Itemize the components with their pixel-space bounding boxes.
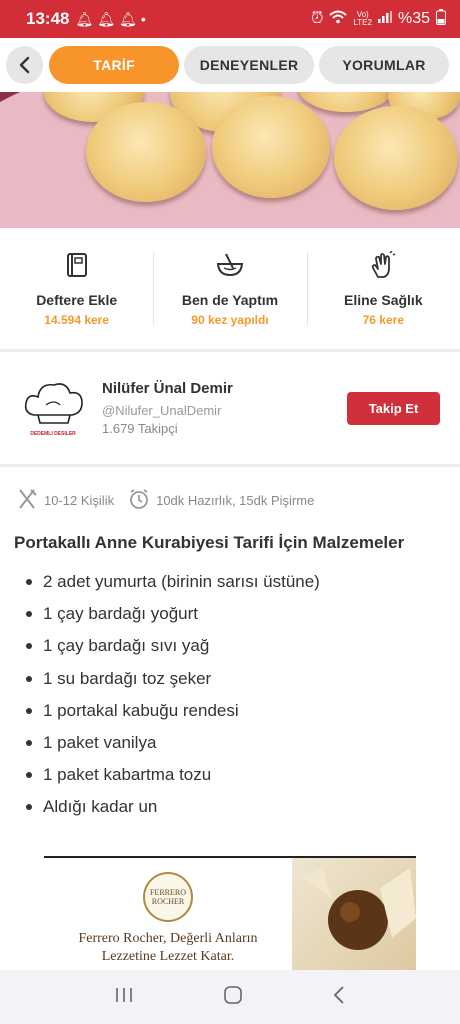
action-count: 76 kere [362,313,404,327]
ad-product-image [292,858,416,970]
action-label: Deftere Ekle [36,292,118,308]
ingredient-item: 1 portakal kabuğu rendesi [26,695,320,727]
network-indicator: Vo) LTE2 [353,10,372,27]
ingredient-item: 1 çay bardağı yoğurt [26,598,320,630]
author-handle: @Nilufer_UnalDemir [102,403,222,418]
prep-cook-time: 10dk Hazırlık, 15dk Pişirme [156,493,315,508]
notification-icons: 🔔︎ 🔔︎ 🔔︎ • [75,11,145,28]
author-name[interactable]: Nilüfer Ünal Demir [102,380,347,397]
action-label: Eline Sağlık [344,292,423,308]
alarm-icon: ⏰︎ [310,10,324,27]
ingredients-list: 2 adet yumurta (birinin sarısı üstüne) 1… [26,566,320,824]
fork-knife-icon [16,488,38,513]
ingredient-item: Aldığı kadar un [26,791,320,823]
recipe-tab-bar: TARİF DENEYENLER YORUMLAR [0,38,460,92]
tab-comments[interactable]: YORUMLAR [319,46,449,84]
action-count: 14.594 kere [44,313,110,327]
recipe-meta: 10-12 Kişilik 10dk Hazırlık, 15dk Pişirm… [16,488,328,513]
recent-apps-button[interactable] [114,986,134,1009]
home-button[interactable] [223,985,243,1010]
clapping-hands-icon [370,250,396,280]
mixing-bowl-icon [216,250,244,280]
ad-text-line: Ferrero Rocher, Değerli Anların [78,931,258,946]
notebook-icon [66,250,88,280]
follow-button[interactable]: Takip Et [347,391,440,425]
author-card: DEDEMLI DESILER Nilüfer Ünal Demir @Nilu… [0,352,460,467]
bell-icon: 🔔︎ [119,10,137,27]
signal-icon [377,10,392,28]
servings-text: 10-12 Kişilik [44,493,115,508]
chevron-left-icon [19,56,29,74]
dot-icon: • [140,11,146,27]
battery-level: %35 [397,10,430,27]
action-count: 90 kez yapıldı [191,313,269,327]
alarm-clock-icon [128,488,150,513]
author-avatar[interactable]: DEDEMLI DESILER [20,375,86,441]
wifi-icon [329,10,348,29]
bell-icon: 🔔︎ [97,10,116,27]
system-nav-bar [0,970,460,1024]
ingredients-title: Portakallı Anne Kurabiyesi Tarifi İçin M… [14,533,405,552]
add-to-notebook-button[interactable]: Deftere Ekle 14.594 kere [0,228,153,349]
author-logo-text: DEDEMLI DESILER [30,431,76,437]
ad-banner[interactable]: FERRERO ROCHER Ferrero Rocher, Değerli A… [44,856,416,970]
ad-text-line: Lezzetine Lezzet Katar. [101,949,235,964]
bell-icon: 🔔︎ [75,10,94,27]
ingredient-item: 1 paket vanilya [26,727,320,759]
recent-apps-icon [116,987,133,1002]
recipe-actions: Deftere Ekle 14.594 kere Ben de Yaptım 9… [0,228,460,352]
status-time: 13:48 [26,9,70,28]
follower-count: 1.679 Takipçi [102,421,178,436]
action-label: Ben de Yaptım [181,292,279,308]
ingredient-item: 2 adet yumurta (birinin sarısı üstüne) [26,566,320,598]
status-bar: 13:48 🔔︎ 🔔︎ 🔔︎ • ⏰︎ Vo) LTE2 %35 [0,0,460,38]
tab-recipe[interactable]: TARİF [49,46,180,84]
well-done-button[interactable]: Eline Sağlık 76 kere [306,228,460,349]
battery-icon [436,8,446,30]
tab-triers[interactable]: DENEYENLER [184,46,315,84]
recipe-photo [0,92,460,228]
back-button[interactable] [6,46,44,84]
chef-hat-icon [24,383,83,424]
ingredient-item: 1 çay bardağı sıvı yağ [26,630,320,662]
system-back-button[interactable] [332,985,346,1010]
back-icon [333,985,344,1004]
home-icon [224,985,242,1004]
ingredient-item: 1 su bardağı toz şeker [26,663,320,695]
ingredient-item: 1 paket kabartma tozu [26,759,320,791]
ferrero-logo: FERRERO ROCHER [143,872,193,922]
i-made-it-button[interactable]: Ben de Yaptım 90 kez yapıldı [153,228,306,349]
